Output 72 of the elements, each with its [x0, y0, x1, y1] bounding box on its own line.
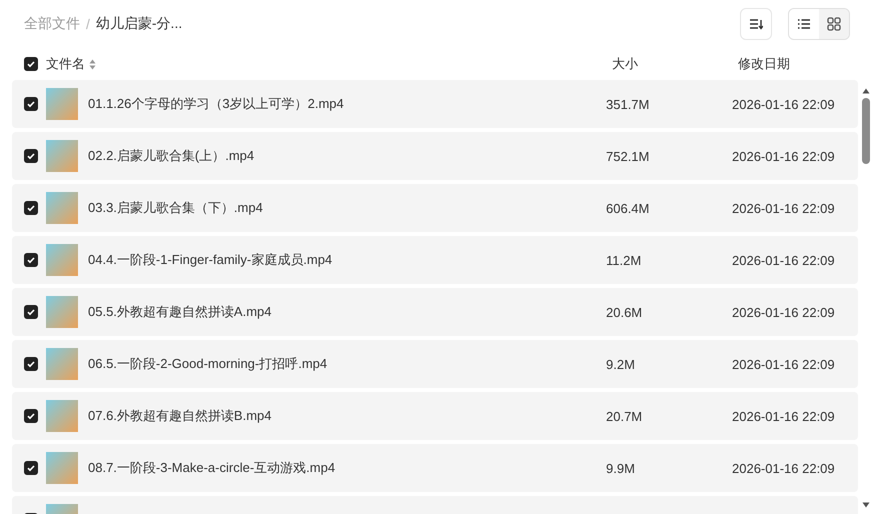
modified-date: 2026-01-16 22:09 — [732, 252, 836, 268]
photo-placeholder — [46, 140, 78, 172]
file-size: 11.2M — [606, 252, 642, 268]
breadcrumb-separator: / — [86, 16, 90, 32]
row-checkbox[interactable] — [24, 461, 38, 475]
date-column-header: 修改日期 — [738, 55, 791, 73]
size-column-header: 大小 — [612, 55, 639, 73]
name-column-header[interactable]: 文件名 — [46, 55, 85, 73]
photo-placeholder — [46, 192, 78, 224]
file-row[interactable]: 04.4.一阶段-1-Finger-family-家庭成员.mp4 11.2M 2026-01-16 22:09 — [12, 236, 858, 284]
file-row[interactable]: 03.3.启蒙儿歌合集（下）.mp4 606.4M 2026-01-16 22:09 — [12, 184, 858, 232]
check-icon — [26, 359, 36, 369]
file-row[interactable]: 02.2.启蒙儿歌合集(上）.mp4 752.1M 2026-01-16 22:09 — [12, 132, 858, 180]
row-checkbox[interactable] — [24, 253, 38, 267]
sort-icon — [749, 18, 763, 30]
file-row[interactable]: 08.7.一阶段-3-Make-a-circle-互动游戏.mp4 9.9M 2026-01-16 22:09 — [12, 444, 858, 492]
check-icon — [26, 307, 36, 317]
file-name: 01.1.26个字母的学习（3岁以上可学）2.mp4 — [88, 95, 345, 113]
check-icon — [26, 99, 36, 109]
check-icon — [26, 203, 36, 213]
modified-date: 2026-01-16 22:09 — [732, 460, 836, 476]
row-checkbox[interactable] — [24, 97, 38, 111]
row-checkbox[interactable] — [24, 409, 38, 423]
select-all-checkbox[interactable] — [24, 57, 38, 71]
file-size: 351.7M — [606, 96, 650, 112]
photo-placeholder — [46, 88, 78, 120]
check-icon — [26, 59, 36, 69]
photo-placeholder — [46, 296, 78, 328]
grid-icon — [827, 17, 841, 31]
modified-date: 2026-01-16 22:09 — [732, 148, 836, 164]
file-size: 20.6M — [606, 304, 644, 320]
check-icon — [26, 411, 36, 421]
modified-date: 2026-01-16 22:09 — [732, 304, 836, 320]
modified-date: 2026-01-16 22:09 — [732, 356, 836, 372]
modified-date: 2026-01-16 22:09 — [732, 96, 836, 112]
row-checkbox[interactable] — [24, 149, 38, 163]
scrollbar-thumb[interactable] — [862, 98, 870, 164]
breadcrumb-link[interactable]: 幼儿启蒙-分... — [96, 15, 182, 33]
file-name: 07.6.外教超有趣自然拼读B.mp4 — [88, 407, 272, 425]
file-row[interactable]: 07.6.外教超有趣自然拼读B.mp4 20.7M 2026-01-16 22:09 — [12, 392, 858, 440]
file-name: 08.7.一阶段-3-Make-a-circle-互动游戏.mp4 — [88, 459, 336, 477]
file-row[interactable]: 06.5.一阶段-2-Good-morning-打招呼.mp4 9.2M 2026-01-16 22:09 — [12, 340, 858, 388]
modified-date: 2026-01-16 22:09 — [732, 408, 836, 424]
file-row[interactable]: 01.1.26个字母的学习（3岁以上可学）2.mp4 351.7M 2026-01-16 22:09 — [12, 80, 858, 128]
modified-date: 2026-01-16 22:09 — [732, 200, 836, 216]
file-name: 03.3.启蒙儿歌合集（下）.mp4 — [88, 199, 264, 217]
file-name: 02.2.启蒙儿歌合集(上）.mp4 — [88, 147, 256, 165]
photo-placeholder — [46, 348, 78, 380]
file-row[interactable]: 05.5.外教超有趣自然拼读A.mp4 20.6M 2026-01-16 22:09 — [12, 288, 858, 336]
photo-placeholder — [46, 244, 78, 276]
file-size: 9.9M — [606, 460, 636, 476]
sort-button[interactable] — [740, 8, 772, 40]
check-icon — [26, 463, 36, 473]
scroll-up-icon[interactable] — [862, 88, 870, 94]
list-icon — [797, 18, 811, 30]
file-name: 05.5.外教超有趣自然拼读A.mp4 — [88, 303, 272, 321]
file-name: 04.4.一阶段-1-Finger-family-家庭成员.mp4 — [88, 251, 334, 269]
file-size: 20.7M — [606, 408, 644, 424]
row-checkbox[interactable] — [24, 201, 38, 215]
row-checkbox[interactable] — [24, 357, 38, 371]
file-name: 06.5.一阶段-2-Good-morning-打招呼.mp4 — [88, 355, 328, 373]
sort-arrows-icon — [89, 58, 96, 70]
photo-placeholder — [46, 400, 78, 432]
file-size: 9.2M — [606, 356, 636, 372]
file-size: 606.4M — [606, 200, 650, 216]
check-icon — [26, 151, 36, 161]
photo-placeholder — [46, 452, 78, 484]
scroll-down-icon[interactable] — [862, 502, 870, 508]
file-size: 752.1M — [606, 148, 650, 164]
row-checkbox[interactable] — [24, 305, 38, 319]
check-icon — [26, 255, 36, 265]
list-view-button[interactable] — [789, 9, 819, 39]
